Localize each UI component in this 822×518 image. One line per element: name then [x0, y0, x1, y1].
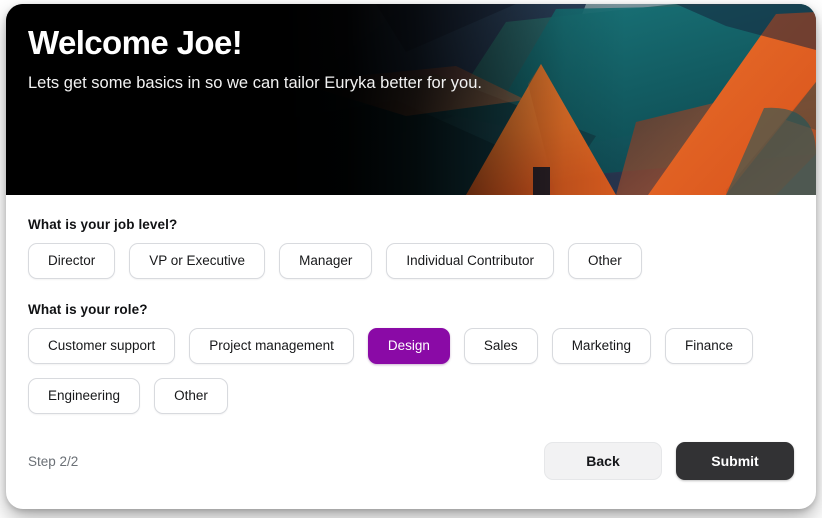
role-option-sales[interactable]: Sales	[463, 328, 538, 364]
job_level-option-other[interactable]: Other	[567, 243, 642, 279]
screen-root: Welcome Joe! Lets get some basics in so …	[0, 0, 822, 518]
job_level-option-vp-or-executive[interactable]: VP or Executive	[129, 243, 266, 279]
welcome-title: Welcome Joe!	[28, 24, 243, 61]
hero-text-block: Welcome Joe! Lets get some basics in so …	[28, 24, 528, 96]
role-option-marketing[interactable]: Marketing	[551, 328, 651, 364]
submit-button[interactable]: Submit	[676, 442, 794, 480]
footer-actions: Back Submit	[544, 442, 794, 480]
form-body: What is your job level? Director VP or Ex…	[6, 195, 816, 435]
role-option-engineering[interactable]: Engineering	[28, 378, 141, 414]
welcome-subtitle: Lets get some basics in so we can tailor…	[28, 73, 482, 92]
job-level-question: What is your job level?	[28, 217, 178, 232]
role-section: What is your role? Customer support Proje…	[28, 302, 794, 414]
job_level-option-manager[interactable]: Manager	[279, 243, 373, 279]
onboarding-card: Welcome Joe! Lets get some basics in so …	[6, 4, 816, 509]
step-indicator: Step 2/2	[28, 453, 79, 469]
job-level-options: Director VP or Executive Manager Individual…	[28, 243, 794, 279]
hero-banner: Welcome Joe! Lets get some basics in so …	[6, 4, 816, 195]
role-question: What is your role?	[28, 302, 148, 317]
card-footer: Step 2/2 Back Submit	[6, 435, 816, 509]
role-options: Customer support Project management Design…	[28, 328, 794, 414]
job-level-section: What is your job level? Director VP or Ex…	[28, 217, 794, 279]
job_level-option-individual-contributor[interactable]: Individual Contributor	[386, 243, 554, 279]
role-option-finance[interactable]: Finance	[664, 328, 753, 364]
job_level-option-director[interactable]: Director	[28, 243, 116, 279]
role-option-other[interactable]: Other	[154, 378, 228, 414]
role-option-project-management[interactable]: Project management	[189, 328, 354, 364]
role-option-customer-support[interactable]: Customer support	[28, 328, 176, 364]
back-button[interactable]: Back	[544, 442, 662, 480]
role-option-design[interactable]: Design	[367, 328, 450, 364]
